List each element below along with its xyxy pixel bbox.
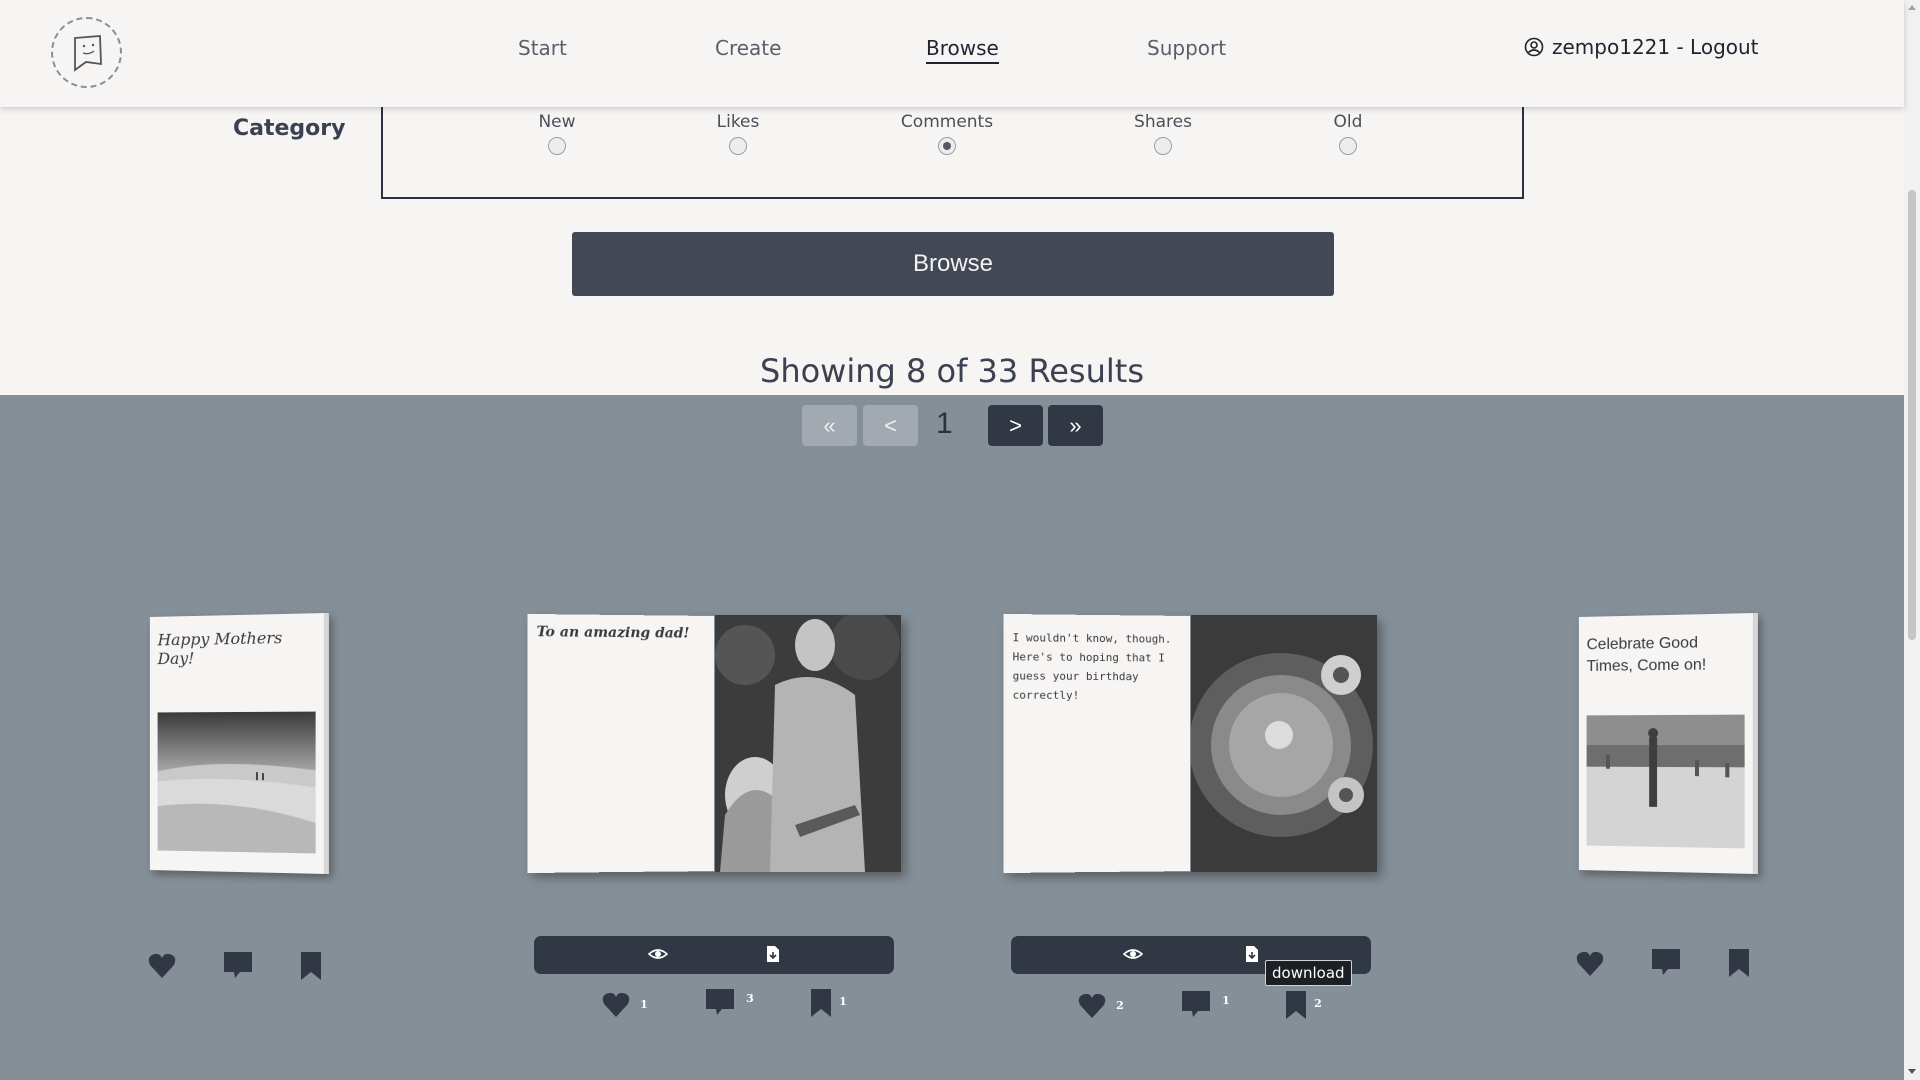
- scroll-up-icon[interactable]: [1908, 5, 1916, 10]
- view-icon[interactable]: [647, 945, 669, 967]
- radio-shares-label: Shares: [1134, 112, 1192, 132]
- radio-new-button[interactable]: [548, 137, 566, 155]
- category-title: Category: [233, 116, 346, 141]
- radio-likes-button[interactable]: [729, 137, 747, 155]
- card-text: Celebrate Good Times, Come on!: [1586, 634, 1707, 675]
- download-icon[interactable]: [1245, 945, 1259, 967]
- page-scrollbar[interactable]: [1904, 0, 1920, 1080]
- download-tooltip: download: [1265, 960, 1352, 986]
- bookmark-count: 1: [839, 995, 847, 1008]
- card-dad[interactable]: To an amazing dad!: [527, 613, 901, 874]
- card-gallery: « < 1 > » Happy Mothers Day! To an amazi…: [0, 395, 1904, 1080]
- card-celebrate[interactable]: Celebrate Good Times, Come on!: [1578, 612, 1758, 875]
- user-logout-link[interactable]: zempo1221 - Logout: [1524, 35, 1759, 59]
- like-icon[interactable]: [148, 953, 176, 979]
- card-mothers-day[interactable]: Happy Mothers Day!: [149, 612, 329, 875]
- comment-icon[interactable]: [223, 951, 253, 979]
- comment-icon[interactable]: 3: [705, 988, 754, 1016]
- card-text: I wouldn't know, though. Here's to hopin…: [1012, 631, 1172, 702]
- radio-old[interactable]: Old: [1288, 112, 1408, 155]
- radio-old-button[interactable]: [1339, 137, 1357, 155]
- card-birthday-inside-left: I wouldn't know, though. Here's to hopin…: [1003, 613, 1191, 874]
- comment-count: 1: [1222, 994, 1230, 1007]
- pager-first-button[interactable]: «: [802, 405, 857, 446]
- like-count: 1: [640, 998, 648, 1011]
- comment-icon[interactable]: 1: [1181, 990, 1230, 1018]
- pager-next-button[interactable]: >: [988, 405, 1043, 446]
- bookmark-icon[interactable]: [300, 951, 322, 981]
- card-text: Happy Mothers Day!: [157, 628, 283, 669]
- scroll-down-icon[interactable]: [1908, 1069, 1916, 1074]
- like-count: 2: [1116, 999, 1124, 1012]
- radio-comments[interactable]: Comments: [887, 112, 1007, 155]
- card-dad-action-bar: [534, 936, 894, 974]
- card-birthday[interactable]: I wouldn't know, though. Here's to hopin…: [1003, 613, 1377, 874]
- bookmark-icon[interactable]: 2: [1285, 990, 1322, 1020]
- pager-prev-button[interactable]: <: [863, 405, 918, 446]
- view-icon[interactable]: [1122, 945, 1144, 967]
- like-icon[interactable]: [1576, 951, 1604, 977]
- radio-shares-button[interactable]: [1154, 137, 1172, 155]
- radio-comments-label: Comments: [900, 112, 994, 132]
- bookmark-icon[interactable]: [1728, 948, 1750, 978]
- card-dad-inside-left: To an amazing dad!: [527, 613, 715, 874]
- results-summary: Showing 8 of 33 Results: [760, 352, 1144, 390]
- like-icon[interactable]: 2: [1078, 993, 1124, 1019]
- card-photo-cake: [1191, 615, 1377, 872]
- card-text: To an amazing dad!: [536, 624, 690, 642]
- card-photo-father-child: [715, 615, 901, 872]
- pager-current-page: 1: [936, 407, 953, 440]
- browse-button[interactable]: Browse: [572, 232, 1334, 296]
- radio-new-label: New: [538, 112, 576, 132]
- like-icon[interactable]: 1: [602, 992, 648, 1018]
- user-label: zempo1221 - Logout: [1552, 35, 1759, 59]
- radio-comments-button[interactable]: [938, 137, 956, 155]
- logo[interactable]: [51, 17, 122, 88]
- card-photo-beach-people: [1586, 714, 1745, 849]
- nav-browse[interactable]: Browse: [926, 36, 999, 64]
- top-navbar: Start Create Browse Support zempo1221 - …: [0, 0, 1904, 107]
- bookmark-count: 2: [1314, 997, 1322, 1010]
- radio-new[interactable]: New: [497, 112, 617, 155]
- user-circle-icon: [1524, 37, 1544, 57]
- download-icon[interactable]: [766, 945, 780, 967]
- radio-old-label: Old: [1333, 112, 1363, 132]
- card-photo-beach: [157, 711, 316, 854]
- scroll-thumb[interactable]: [1908, 190, 1916, 640]
- pager-last-button[interactable]: »: [1048, 405, 1103, 446]
- radio-shares[interactable]: Shares: [1103, 112, 1223, 155]
- card-logo-icon: [74, 35, 102, 72]
- bookmark-icon[interactable]: 1: [810, 988, 847, 1018]
- comment-icon[interactable]: [1651, 948, 1681, 976]
- comment-count: 3: [746, 992, 754, 1005]
- radio-likes[interactable]: Likes: [678, 112, 798, 155]
- radio-likes-label: Likes: [716, 112, 760, 132]
- nav-support[interactable]: Support: [1147, 36, 1226, 60]
- nav-create[interactable]: Create: [715, 36, 781, 60]
- nav-start[interactable]: Start: [518, 36, 567, 60]
